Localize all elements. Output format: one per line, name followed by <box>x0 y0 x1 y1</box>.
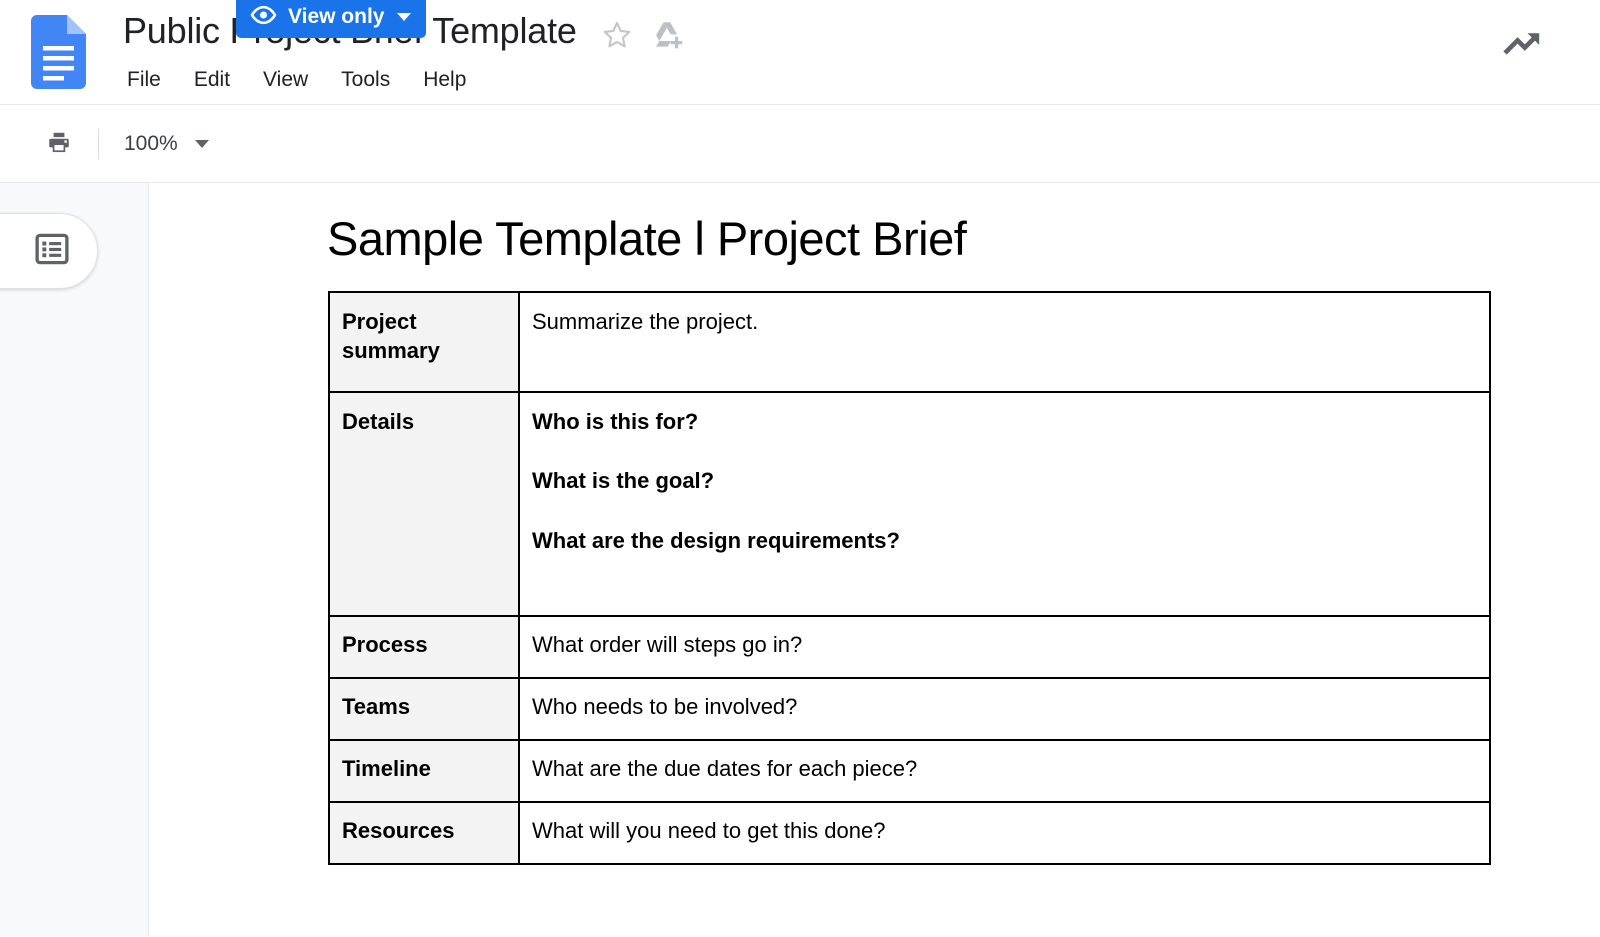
eye-icon <box>250 5 277 30</box>
table-row: Project summary Summarize the project. <box>328 291 1491 393</box>
row-content: Summarize the project. <box>518 291 1491 393</box>
zoom-level-value: 100% <box>124 132 178 155</box>
document-outline-toggle[interactable] <box>0 213 98 289</box>
row-content: What will you need to get this done? <box>518 801 1491 865</box>
menu-bar: File Edit View Tools Help <box>123 66 470 94</box>
view-mode-button[interactable]: View only <box>236 0 427 38</box>
google-docs-logo <box>31 15 86 89</box>
project-brief-table: Project summary Summarize the project. D… <box>328 291 1491 865</box>
table-body: Project summary Summarize the project. D… <box>328 291 1491 865</box>
zoom-control[interactable]: 100% <box>118 125 215 163</box>
content-line: Who is this for? <box>532 409 699 434</box>
row-content: What order will steps go in? <box>518 615 1491 679</box>
menu-item-edit[interactable]: Edit <box>190 66 234 94</box>
content-line: What are the due dates for each piece? <box>532 756 918 781</box>
document-canvas: Sample Template l Project Brief Project … <box>0 183 1600 936</box>
star-icon[interactable] <box>600 18 634 52</box>
content-line: Summarize the project. <box>532 309 759 334</box>
content-line: Who needs to be involved? <box>532 694 798 719</box>
menu-item-view[interactable]: View <box>259 66 312 94</box>
row-content: What are the due dates for each piece? <box>518 739 1491 803</box>
toolbar-divider <box>98 129 99 159</box>
row-label: Project summary <box>328 291 520 393</box>
row-content: Who is this for? What is the goal? What … <box>518 391 1491 617</box>
row-label: Timeline <box>328 739 520 803</box>
chevron-down-icon <box>194 140 209 148</box>
row-label: Details <box>328 391 520 617</box>
outline-list-icon <box>33 230 71 273</box>
content-line: What are the design requirements? <box>532 527 900 553</box>
content-line: What order will steps go in? <box>532 632 803 657</box>
table-row: Teams Who needs to be involved? <box>328 677 1491 741</box>
menu-item-tools[interactable]: Tools <box>337 66 394 94</box>
content-line: What will you need to get this done? <box>532 818 886 843</box>
print-button[interactable] <box>38 124 80 164</box>
page-title: Sample Template l Project Brief <box>327 212 967 265</box>
chevron-down-icon <box>397 13 412 21</box>
toolbar: 100% View only <box>0 0 1600 183</box>
content-line: What is the goal? <box>532 468 715 494</box>
document-page: Sample Template l Project Brief Project … <box>148 183 1600 936</box>
add-to-drive-icon[interactable] <box>650 18 684 52</box>
menu-item-file[interactable]: File <box>123 66 165 94</box>
activity-dashboard-icon[interactable] <box>1501 26 1545 62</box>
print-icon <box>46 129 72 160</box>
table-row: Resources What will you need to get this… <box>328 801 1491 865</box>
menu-item-help[interactable]: Help <box>419 66 470 94</box>
row-label: Process <box>328 615 520 679</box>
row-label: Resources <box>328 801 520 865</box>
view-mode-label: View only <box>288 5 385 28</box>
table-row: Process What order will steps go in? <box>328 615 1491 679</box>
row-content: Who needs to be involved? <box>518 677 1491 741</box>
table-row: Details Who is this for? What is the goa… <box>328 391 1491 617</box>
row-label: Teams <box>328 677 520 741</box>
table-row: Timeline What are the due dates for each… <box>328 739 1491 803</box>
